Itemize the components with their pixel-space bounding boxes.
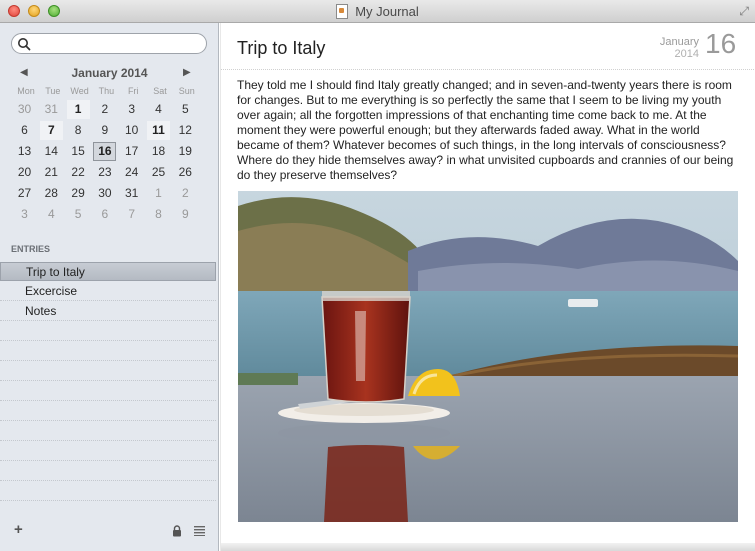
entry-list-empty-row [0,482,216,501]
entry-list-empty-row [0,422,216,441]
calendar-day[interactable]: 18 [147,142,170,161]
calendar-day[interactable]: 26 [174,163,197,182]
calendar-day[interactable]: 23 [93,163,116,182]
calendar-day[interactable]: 7 [120,205,143,224]
search-icon [18,38,31,51]
entry-list-item[interactable]: Notes [0,302,216,321]
entry-list-empty-row [0,342,216,361]
bottom-divider [221,543,755,551]
entry-list-empty-row [0,362,216,381]
calendar-day[interactable]: 20 [13,163,36,182]
calendar-day[interactable]: 2 [93,100,116,119]
entry-list-item-label: Trip to Italy [26,265,85,279]
entries-heading: ENTRIES [11,244,51,254]
weekday-label: Sat [153,86,167,96]
entry-date-year: 2014 [674,48,699,60]
entry-photo [238,191,738,522]
calendar-day[interactable]: 8 [67,121,90,140]
window-title: My Journal [355,3,419,19]
entry-list-empty-row [0,442,216,461]
calendar-header: ◀ January 2014 ▶ [0,66,219,84]
title-bar: My Journal ⤢ [0,0,755,23]
calendar-day[interactable]: 22 [67,163,90,182]
photo-scene [238,191,738,522]
calendar-day[interactable]: 21 [40,163,63,182]
calendar-day[interactable]: 6 [13,121,36,140]
entry-list-item-label: Excercise [25,284,78,298]
calendar-day[interactable]: 9 [93,121,116,140]
calendar-day[interactable]: 25 [147,163,170,182]
weekday-label: Mon [17,86,35,96]
calendar-day[interactable]: 30 [13,100,36,119]
calendar-day[interactable]: 17 [120,142,143,161]
entry-list-item[interactable]: Trip to Italy [0,262,216,281]
entry-date-day: 16 [705,28,737,59]
title-group: My Journal [0,0,755,22]
calendar-day[interactable]: 30 [93,184,116,203]
document-icon [336,3,349,19]
calendar-day[interactable]: 4 [40,205,63,224]
calendar-day[interactable]: 12 [174,121,197,140]
calendar-day[interactable]: 15 [67,142,90,161]
weekday-label: Tue [45,86,61,96]
calendar-day[interactable]: 7 [39,121,63,140]
entry-body-text[interactable]: They told me I should find Italy greatly… [237,78,742,183]
calendar-day[interactable]: 5 [174,100,197,119]
journal-window: My Journal ⤢ ◀ January 2014 ▶ Mon Tue Wed T… [0,0,755,551]
calendar-day[interactable]: 1 [66,100,90,119]
title-divider [221,69,755,70]
search-input[interactable] [34,35,203,53]
entry-list-item-label: Notes [25,304,57,318]
calendar-day[interactable]: 4 [147,100,170,119]
calendar-day[interactable]: 11 [147,121,170,140]
calendar-day[interactable]: 3 [120,100,143,119]
calendar-day[interactable]: 24 [120,163,143,182]
calendar-day[interactable]: 8 [147,205,170,224]
sidebar-footer: + [0,517,218,551]
calendar-day[interactable]: 6 [93,205,116,224]
calendar-day[interactable]: 5 [67,205,90,224]
calendar-day[interactable]: 29 [67,184,90,203]
sidebar: ◀ January 2014 ▶ Mon Tue Wed Thu Fri Sat Sun 3… [0,23,219,551]
weekday-label: Sun [178,86,195,96]
entry-view: Trip to Italy January 2014 16 They told … [220,23,755,551]
entry-list-empty-row [0,382,216,401]
weekday-label: Fri [127,86,139,96]
calendar-day[interactable]: 31 [120,184,143,203]
entry-list-item[interactable]: Excercise [0,282,216,301]
plus-icon[interactable]: + [14,521,23,538]
calendar-day[interactable]: 1 [147,184,170,203]
entry-list-empty-row [0,402,216,421]
chevron-right-icon[interactable]: ▶ [183,67,191,78]
calendar-day[interactable]: 31 [40,100,63,119]
entry-title[interactable]: Trip to Italy [237,38,325,59]
calendar-day-selected[interactable]: 16 [93,142,117,161]
calendar-day[interactable]: 13 [13,142,36,161]
entry-date-month: January [659,36,699,48]
calendar-day[interactable]: 9 [174,205,197,224]
calendar-day[interactable]: 14 [40,142,63,161]
fullscreen-icon[interactable]: ⤢ [739,4,749,19]
list-icon[interactable] [194,525,205,536]
calendar-day[interactable]: 28 [40,184,63,203]
entry-list-empty-row [0,322,216,341]
weekday-label: Thu [98,86,115,96]
calendar-day[interactable]: 2 [174,184,197,203]
calendar-grid: 30 31 1 2 3 4 5 6 7 8 9 10 11 12 13 14 15 16 17 18 19 20 21 22 2… [13,100,202,226]
search-field[interactable] [11,33,207,54]
weekday-label: Wed [70,86,89,96]
calendar-day[interactable]: 3 [13,205,36,224]
calendar-day[interactable]: 19 [174,142,197,161]
lock-icon[interactable] [172,525,182,537]
entry-list-empty-row [0,462,216,481]
calendar-day[interactable]: 27 [13,184,36,203]
calendar-day[interactable]: 10 [120,121,143,140]
